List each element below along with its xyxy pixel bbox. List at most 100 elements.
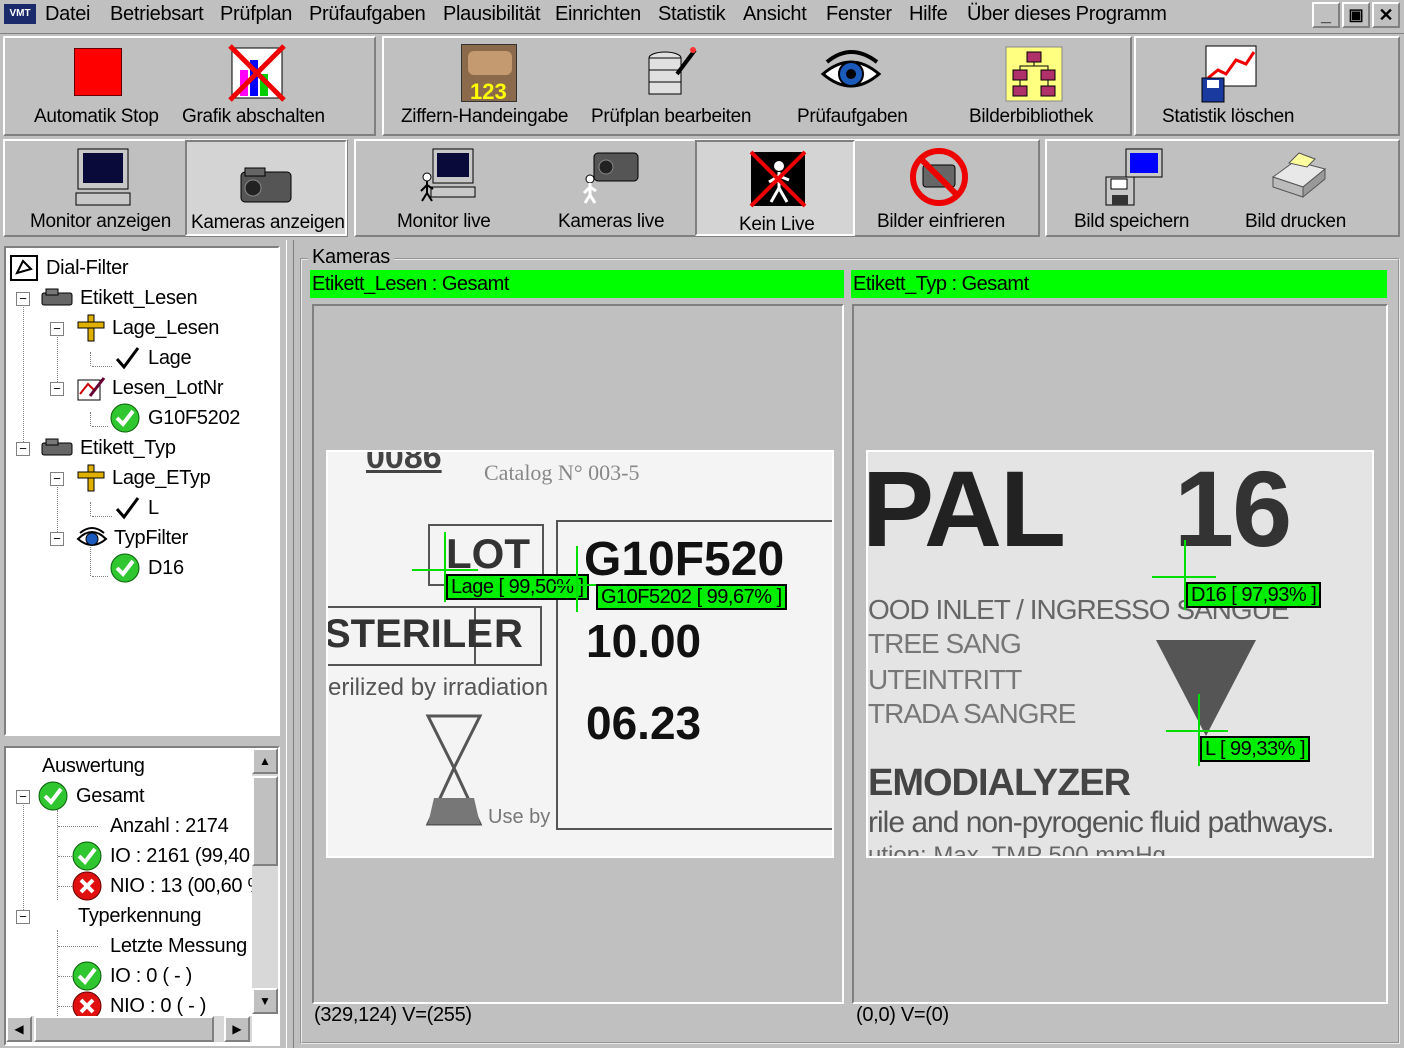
- horizontal-scrollbar[interactable]: ◀ ▶: [6, 1016, 252, 1042]
- pruefplan-bearbeiten-button[interactable]: Prüfplan bearbeiten: [585, 38, 760, 134]
- auswertung-gesamt[interactable]: Gesamt: [38, 781, 145, 811]
- tree-item-etikett-lesen[interactable]: Etikett_Lesen: [40, 284, 198, 312]
- hourglass-icon: [425, 714, 483, 826]
- database-edit-icon: [648, 47, 697, 95]
- auswertung-typerkennung[interactable]: Typerkennung: [78, 902, 201, 930]
- menu-fenster[interactable]: Fenster: [826, 3, 892, 27]
- kameras-anzeigen-button[interactable]: Kameras anzeigen: [185, 140, 347, 236]
- restore-button[interactable]: ▣: [1342, 2, 1370, 28]
- dial-filter-tree[interactable]: Dial-Filter − Etikett_Lesen − Lage_Lesen…: [4, 246, 280, 736]
- cam2-header: Etikett_Typ : Gesamt: [851, 270, 1387, 298]
- grafik-abschalten-button[interactable]: Grafik abschalten: [178, 38, 338, 134]
- cam2-viewport[interactable]: PAL 16 OOD INLET / INGRESSO SANGUE TREE …: [852, 304, 1388, 1004]
- ok-status-icon: [72, 961, 102, 991]
- auswertung-anzahl: Anzahl : 2174: [110, 814, 229, 837]
- tree-item-etikett-typ[interactable]: Etikett_Typ: [40, 434, 176, 462]
- ok-status-icon: [110, 553, 140, 583]
- statistik-loeschen-button[interactable]: Statistik löschen: [1150, 38, 1315, 134]
- bild-drucken-button[interactable]: Bild drucken: [1225, 141, 1375, 235]
- menu-statistik[interactable]: Statistik: [658, 3, 726, 27]
- pruefaufgaben-label: Prüfaufgaben: [797, 106, 908, 127]
- close-button[interactable]: ✕: [1372, 2, 1400, 28]
- kameras-area: Kameras Etikett_Lesen : Gesamt Etikett_T…: [296, 240, 1404, 1048]
- app-icon[interactable]: VMT: [4, 4, 36, 24]
- chart-disabled-icon: [228, 44, 286, 102]
- menu-ansicht[interactable]: Ansicht: [743, 3, 807, 27]
- auswertung-letzte-messung: Letzte Messung: [110, 934, 247, 957]
- tree-collapse-toggle[interactable]: −: [50, 472, 64, 486]
- tree-collapse-toggle[interactable]: −: [16, 910, 30, 924]
- toolbar-row-2: Monitor anzeigen Kameras anzeigen Monito…: [0, 137, 1404, 239]
- read-text-icon: [77, 377, 106, 401]
- hscroll-thumb[interactable]: [34, 1016, 214, 1042]
- cam1-viewport[interactable]: 0086 Catalog N° 003-5 LOT G10F520 STERIL…: [312, 304, 844, 1004]
- checkmark-icon: [115, 347, 140, 370]
- tree-item-d16[interactable]: D16: [110, 553, 184, 583]
- tree-root[interactable]: Dial-Filter: [10, 254, 129, 282]
- hand-digits-icon: 123: [461, 44, 517, 104]
- cam1-image: 0086 Catalog N° 003-5 LOT G10F520 STERIL…: [326, 450, 834, 858]
- cam2-image: PAL 16 OOD INLET / INGRESSO SANGUE TREE …: [866, 450, 1374, 858]
- kein-live-label: Kein Live: [739, 214, 815, 235]
- camera-icon: [240, 167, 292, 203]
- menu-hilfe[interactable]: Hilfe: [909, 3, 948, 27]
- menu-betriebsart[interactable]: Betriebsart: [110, 3, 204, 27]
- menu-ueber[interactable]: Über dieses Programm: [967, 3, 1167, 27]
- cam2-l-overlay-label: L [ 99,33% ]: [1200, 736, 1310, 762]
- panel-splitter[interactable]: [286, 240, 294, 1048]
- error-status-icon: [72, 871, 102, 901]
- tree-item-lage-lesen[interactable]: Lage_Lesen: [76, 314, 219, 342]
- monitor-live-icon: [420, 148, 476, 202]
- tree-root-label: Dial-Filter: [46, 256, 129, 279]
- scroll-thumb[interactable]: [252, 776, 278, 866]
- minimize-button[interactable]: _: [1312, 2, 1340, 28]
- scroll-left-button[interactable]: ◀: [6, 1016, 32, 1042]
- menu-pruefaufgaben[interactable]: Prüfaufgaben: [309, 3, 426, 27]
- auswertung-panel[interactable]: Auswertung − Gesamt Anzahl : 2174 IO : 2…: [4, 746, 280, 1046]
- menu-pruefplan[interactable]: Prüfplan: [220, 3, 292, 27]
- bilderbibliothek-button[interactable]: Bilderbibliothek: [955, 38, 1115, 134]
- ziffern-handeingabe-label: Ziffern-Handeingabe: [401, 106, 569, 127]
- tree-collapse-toggle[interactable]: −: [16, 292, 30, 306]
- tree-item-lage-etyp[interactable]: Lage_ETyp: [76, 464, 211, 492]
- monitor-live-button[interactable]: Monitor live: [375, 141, 535, 235]
- tree-collapse-toggle[interactable]: −: [16, 790, 30, 804]
- tree-item-lesen-lotnr[interactable]: Lesen_LotNr: [76, 374, 224, 402]
- tree-collapse-toggle[interactable]: −: [50, 382, 64, 396]
- bild-speichern-button[interactable]: Bild speichern: [1060, 141, 1210, 235]
- grafik-abschalten-label: Grafik abschalten: [182, 106, 325, 127]
- position-cross-icon: [77, 464, 105, 492]
- tree-collapse-toggle[interactable]: −: [50, 532, 64, 546]
- monitor-icon: [75, 148, 131, 206]
- hierarchy-icon: [1005, 46, 1063, 102]
- tree-collapse-toggle[interactable]: −: [16, 442, 30, 456]
- automatik-stop-button[interactable]: Automatik Stop: [20, 38, 176, 134]
- scroll-down-button[interactable]: ▼: [252, 988, 278, 1014]
- checkmark-icon: [115, 497, 140, 520]
- tree-item-g10f5202[interactable]: G10F5202: [110, 403, 240, 433]
- eye-icon: [76, 527, 108, 546]
- menu-einrichten[interactable]: Einrichten: [555, 3, 641, 27]
- kameras-live-button[interactable]: Kameras live: [540, 141, 685, 235]
- menu-plausibilitaet[interactable]: Plausibilität: [443, 3, 541, 27]
- tree-collapse-toggle[interactable]: −: [50, 322, 64, 336]
- automatik-stop-label: Automatik Stop: [34, 106, 159, 127]
- kameras-live-label: Kameras live: [558, 211, 665, 232]
- statistics-clear-icon: [1201, 45, 1257, 103]
- printer-icon: [1271, 152, 1327, 199]
- kein-live-button[interactable]: Kein Live: [695, 140, 855, 236]
- tree-item-lage[interactable]: Lage: [114, 344, 192, 372]
- tree-item-typfilter[interactable]: TypFilter: [76, 524, 188, 552]
- scroll-up-button[interactable]: ▲: [252, 748, 278, 774]
- ziffern-handeingabe-button[interactable]: 123 Ziffern-Handeingabe: [395, 38, 575, 134]
- vertical-scrollbar[interactable]: ▲ ▼: [252, 748, 278, 1014]
- menu-datei[interactable]: Datei: [45, 3, 91, 27]
- pruefaufgaben-button[interactable]: Prüfaufgaben: [775, 38, 935, 134]
- no-live-icon: [749, 150, 807, 208]
- pruefplan-bearbeiten-label: Prüfplan bearbeiten: [591, 106, 752, 127]
- monitor-anzeigen-button[interactable]: Monitor anzeigen: [10, 141, 182, 235]
- scroll-right-button[interactable]: ▶: [224, 1016, 250, 1042]
- bilder-einfrieren-button[interactable]: Bilder einfrieren: [865, 141, 1025, 235]
- monitor-live-label: Monitor live: [397, 211, 491, 232]
- tree-item-l[interactable]: L: [114, 494, 159, 522]
